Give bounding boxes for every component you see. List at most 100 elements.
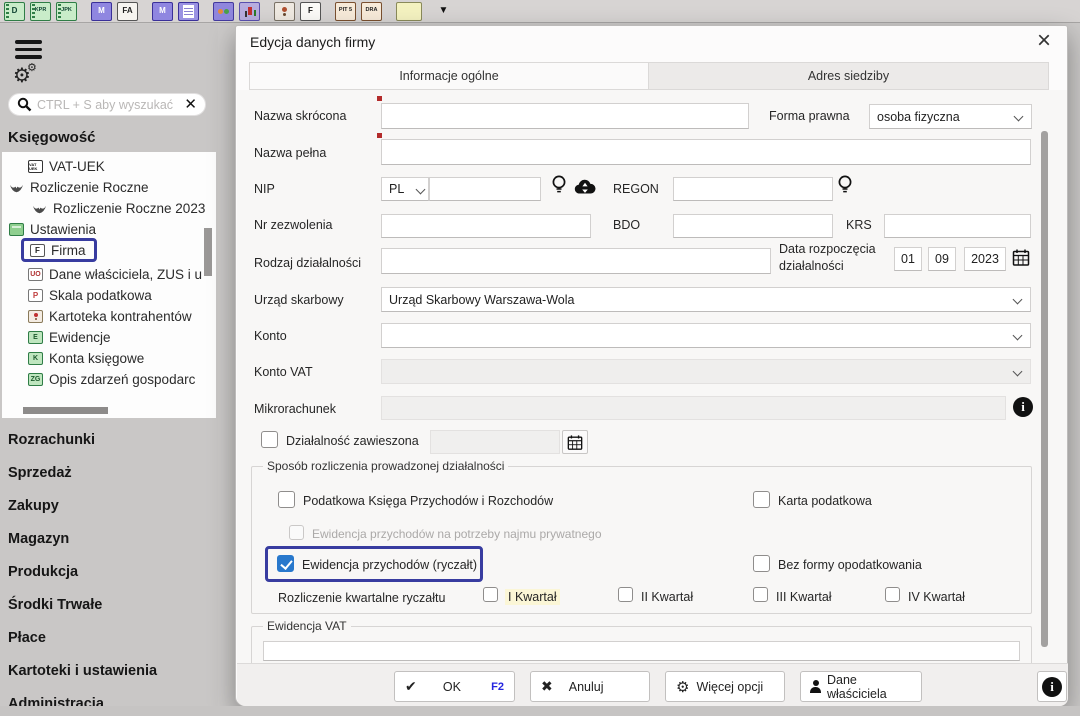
nip-country-select[interactable]: PL [381,177,429,201]
bez-formy-checkbox[interactable] [753,555,770,572]
mikrorachunek-info-icon[interactable]: i [1013,397,1033,417]
konto-select[interactable] [381,323,1031,348]
wiecej-opcji-button[interactable]: ⚙ Więcej opcji [665,671,785,702]
kpir-label[interactable]: Podatkowa Księga Przychodów i Rozchodów [303,494,553,508]
karta-podatkowa-checkbox[interactable] [753,491,770,508]
tab-adres-siedziby[interactable]: Adres siedziby [649,63,1048,89]
bdo-input[interactable] [673,214,833,238]
folder-chart-icon[interactable] [213,2,234,21]
nip-lightbulb-icon[interactable] [551,174,567,196]
zawieszenie-date-input[interactable] [430,430,560,454]
tree-item-rozliczenie-roczne[interactable]: Rozliczenie Roczne [9,177,149,198]
najem-prywatny-checkbox[interactable] [289,525,304,540]
nazwa-pelna-input[interactable] [381,139,1031,165]
rodzaj-dzialalnosci-input[interactable] [381,248,771,274]
konto-vat-label: Konto VAT [254,365,313,379]
gus-cloud-download-icon[interactable] [573,178,597,195]
sidebar-item-srodki-trwale[interactable]: Środki Trwałe [8,597,102,613]
zawieszenie-calendar-icon[interactable] [562,430,588,454]
more-arrow-icon[interactable]: ▼ [433,2,454,21]
book-m2-icon[interactable]: M [152,2,173,21]
dane-wlasciciela-button[interactable]: Dane właściciela [800,671,922,702]
ryczalt-checkbox[interactable] [277,555,294,572]
clear-search-icon[interactable]: ✕ [184,97,197,112]
search-input[interactable] [37,98,184,112]
tree-item-ewidencje[interactable]: E Ewidencje [28,327,111,348]
dra-icon[interactable]: DRA [361,2,382,21]
forma-prawna-select[interactable]: osoba fizyczna [869,104,1032,129]
q4-label[interactable]: IV Kwartał [908,590,965,604]
calendar-icon[interactable] [1012,248,1030,267]
nip-input[interactable] [429,177,541,201]
folder-contact-icon[interactable] [274,2,295,21]
ryczalt-label[interactable]: Ewidencja przychodów (ryczałt) [302,558,477,572]
tree-item-dane-wlasciciela[interactable]: UO Dane właściciela, ZUS i u [28,264,202,285]
regon-lightbulb-icon[interactable] [837,174,853,196]
settings-gears-icon[interactable]: ⚙⚙ [13,66,31,86]
dialog-title: Edycja danych firmy [250,34,375,50]
ledger-d-icon[interactable]: D [4,2,25,21]
tree-item-kartoteka-kontrahentow[interactable]: Kartoteka kontrahentów [28,306,192,327]
tree-item-label: Ewidencje [49,330,111,345]
tree-item-ustawienia[interactable]: Ustawienia [9,219,96,240]
tree-item-vat-uek[interactable]: VAT UEK VAT-UEK [28,156,105,177]
tree-horizontal-scrollbar[interactable] [23,407,108,414]
sidebar-item-sprzedaz[interactable]: Sprzedaż [8,465,72,481]
q4-checkbox[interactable] [885,587,900,602]
kpir-checkbox[interactable] [278,491,295,508]
q3-label[interactable]: III Kwartał [776,590,832,604]
bez-formy-label[interactable]: Bez formy opodatkowania [778,558,922,572]
ok-button[interactable]: ✔ OK F2 [394,671,515,702]
start-date-month-input[interactable] [928,247,956,271]
report-chart-icon[interactable] [239,2,260,21]
required-marker [377,96,382,101]
register-icon[interactable] [178,2,199,21]
sidebar-item-rozrachunki[interactable]: Rozrachunki [8,432,95,448]
tree-item-skala-podatkowa[interactable]: P Skala podatkowa [28,285,152,306]
krs-input[interactable] [884,214,1031,238]
nazwa-skrocona-input[interactable] [381,103,749,129]
tree-item-opis-zdarzen[interactable]: ZG Opis zdarzeń gospodarc [28,369,195,390]
tree-item-label: Kartoteka kontrahentów [49,309,192,324]
q1-checkbox[interactable] [483,587,498,602]
dialog-info-button[interactable]: i [1037,671,1067,702]
q2-checkbox[interactable] [618,587,633,602]
sidebar-item-magazyn[interactable]: Magazyn [8,531,69,547]
tab-informacje-ogolne[interactable]: Informacje ogólne [250,63,649,89]
tree-item-rozliczenie-roczne-2023[interactable]: Rozliczenie Roczne 2023 [32,198,205,219]
start-date-day-input[interactable] [894,247,922,271]
dzialalnosc-zawieszona-checkbox[interactable] [261,431,278,448]
nr-zezwolenia-input[interactable] [381,214,591,238]
book-fa-icon[interactable]: FA [117,2,138,21]
dialog-vertical-scrollbar[interactable] [1041,131,1048,647]
close-icon[interactable]: × [1037,28,1051,54]
ledger-kpr-icon[interactable]: KPR [30,2,51,21]
sidebar-item-kartoteki[interactable]: Kartoteki i ustawienia [8,663,157,679]
note-icon[interactable] [396,2,422,21]
q1-label[interactable]: I Kwartał [505,589,560,605]
hamburger-menu-icon[interactable] [15,40,42,59]
tree-vertical-scrollbar[interactable] [204,228,212,276]
search-icon [17,97,32,112]
sidebar-item-zakupy[interactable]: Zakupy [8,498,59,514]
konto-vat-select[interactable] [381,359,1031,384]
search-box[interactable]: ✕ [8,93,206,116]
anuluj-button[interactable]: ✖ Anuluj [530,671,650,702]
dzialalnosc-zawieszona-label[interactable]: Działalność zawieszona [286,434,419,448]
mikrorachunek-input[interactable] [381,396,1006,420]
document-f-icon[interactable]: F [300,2,321,21]
pit5-icon[interactable]: PIT 5 [335,2,356,21]
book-m-icon[interactable]: M [91,2,112,21]
sidebar-item-place[interactable]: Płace [8,630,46,646]
urzad-skarbowy-select[interactable]: Urząd Skarbowy Warszawa-Wola [381,287,1031,312]
sidebar-item-produkcja[interactable]: Produkcja [8,564,78,580]
q3-checkbox[interactable] [753,587,768,602]
ledger-jpk-icon[interactable]: JPK [56,2,77,21]
start-date-year-input[interactable] [964,247,1006,271]
regon-input[interactable] [673,177,833,201]
karta-podatkowa-label[interactable]: Karta podatkowa [778,494,872,508]
top-toolbar: D KPR JPK M FA M F PIT 5 DRA ▼ [0,0,1080,23]
q2-label[interactable]: II Kwartał [641,590,693,604]
tree-item-konta-ksiegowe[interactable]: K Konta księgowe [28,348,144,369]
tree-item-firma[interactable]: F Firma [30,240,86,261]
